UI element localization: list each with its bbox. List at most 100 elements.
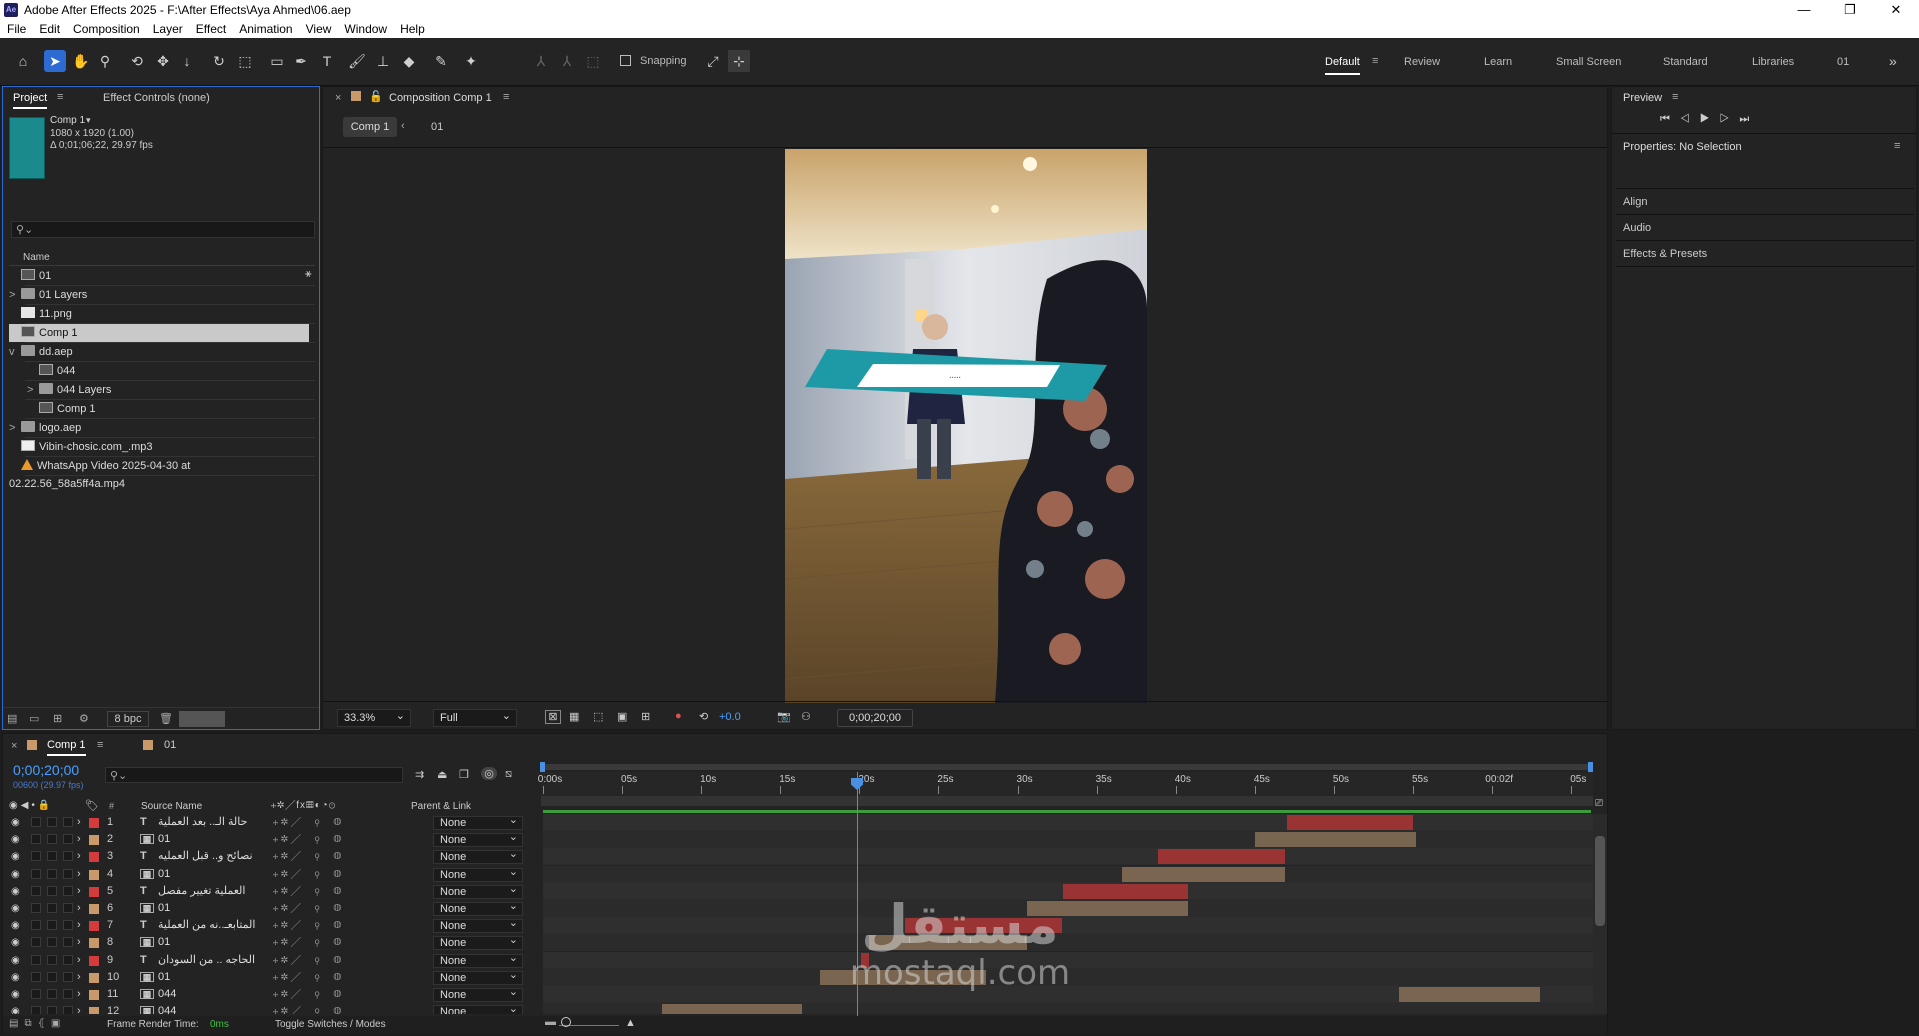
visibility-eye-icon[interactable]: ◉	[11, 969, 20, 986]
menu-window[interactable]: Window	[337, 20, 393, 36]
work-area-start-handle[interactable]	[540, 762, 545, 772]
lock-toggle[interactable]	[63, 834, 73, 845]
close-timeline-icon[interactable]: ×	[11, 740, 17, 752]
layer-track[interactable]	[543, 865, 1593, 883]
lock-toggle[interactable]	[63, 971, 73, 982]
audio-toggle[interactable]	[31, 851, 41, 862]
layer-twirl-icon[interactable]: ›	[77, 848, 81, 865]
composition-viewer[interactable]: •••••	[785, 149, 1147, 703]
workspace-default[interactable]: Default	[1325, 56, 1360, 75]
snap-edge-icon[interactable]: ⤢	[702, 50, 724, 72]
layer-twirl-icon[interactable]: ›	[77, 883, 81, 900]
mask-visibility-icon[interactable]: ⬚	[593, 710, 603, 723]
menu-layer[interactable]: Layer	[146, 20, 189, 36]
audio-toggle[interactable]	[31, 834, 41, 845]
visibility-eye-icon[interactable]: ◉	[11, 917, 20, 934]
twirl-arrow-icon[interactable]: >	[9, 286, 21, 304]
workspace-small-screen[interactable]: Small Screen	[1556, 56, 1621, 68]
exposure-value[interactable]: +0.0	[719, 711, 741, 723]
maximize-icon[interactable]: ❐	[1827, 0, 1873, 20]
layer-switches[interactable]: ⧾ ✲ ╱ ⚲ ◍	[273, 917, 341, 934]
layer-twirl-icon[interactable]: ›	[77, 952, 81, 969]
layer-switches[interactable]: ⧾ ✲ ╱ ⚲ ◍	[273, 1003, 341, 1014]
visibility-eye-icon[interactable]: ◉	[11, 1003, 20, 1014]
lock-toggle[interactable]	[63, 989, 73, 999]
workspace-libraries[interactable]: Libraries	[1752, 56, 1794, 68]
layer-twirl-icon[interactable]: ›	[77, 934, 81, 951]
layer-row[interactable]: ◉ › 1 T حالة الـ.. بعد العملية ⧾ ✲ ╱ ⚲ ◍ None	[3, 814, 543, 831]
zoom-out-icon[interactable]: ▬	[545, 1016, 556, 1028]
visibility-eye-icon[interactable]: ◉	[11, 814, 20, 831]
layer-name[interactable]: الحاجه .. من السودان	[158, 952, 268, 969]
visibility-eye-icon[interactable]: ◉	[11, 848, 20, 865]
layer-track[interactable]	[543, 917, 1593, 935]
parent-dropdown[interactable]: None	[433, 848, 523, 865]
layer-name[interactable]: 01	[158, 866, 268, 883]
audio-toggle[interactable]	[31, 817, 41, 827]
rectangle-tool-icon[interactable]: ▭	[266, 50, 288, 72]
visibility-eye-icon[interactable]: ◉	[11, 831, 20, 848]
section-audio[interactable]: Audio	[1623, 222, 1651, 234]
timeline-menu-icon[interactable]: ≡	[97, 739, 103, 751]
layer-switches[interactable]: ⧾ ✲ ╱ ⚲ ◍	[273, 831, 341, 848]
work-area-end-handle[interactable]	[1588, 762, 1593, 772]
layer-row[interactable]: ◉ › 4 ▦ 01 ⧾ ✲ ╱ ⚲ ◍ None	[3, 866, 543, 883]
lock-toggle[interactable]	[63, 1006, 73, 1014]
preview-menu-icon[interactable]: ≡	[1672, 91, 1678, 103]
layer-duration-bar[interactable]	[1063, 883, 1189, 899]
layer-switches[interactable]: ⧾ ✲ ╱ ⚲ ◍	[273, 866, 341, 883]
zoom-tool-icon[interactable]: ⚲	[94, 50, 116, 72]
layer-twirl-icon[interactable]: ›	[77, 831, 81, 848]
play-icon[interactable]: ▶	[1700, 113, 1720, 125]
audio-toggle[interactable]	[31, 937, 41, 948]
layer-name[interactable]: نصائح و.. قبل العمليه	[158, 848, 268, 865]
lock-toggle[interactable]	[63, 851, 73, 862]
layer-name[interactable]: المتابعـ..نه من العملية	[158, 917, 268, 934]
dolly-camera-icon[interactable]: ↓	[176, 50, 198, 72]
comp-panel-title[interactable]: Composition Comp 1	[389, 92, 492, 104]
layer-switches[interactable]: ⧾ ✲ ╱ ⚲ ◍	[273, 848, 341, 865]
lock-toggle[interactable]	[63, 954, 73, 965]
zoom-slider-thumb[interactable]	[561, 1017, 571, 1027]
parent-dropdown[interactable]: None	[433, 831, 523, 848]
region-of-interest-icon[interactable]: ▣	[617, 710, 627, 723]
section-align[interactable]: Align	[1623, 196, 1647, 208]
layer-label-color[interactable]	[89, 904, 99, 914]
close-icon[interactable]: ✕	[1873, 0, 1919, 20]
project-item[interactable]: Comp 1	[9, 324, 309, 342]
menu-file[interactable]: File	[0, 20, 32, 36]
layer-duration-bar[interactable]	[1398, 987, 1540, 1002]
eraser-tool-icon[interactable]: ◆	[398, 50, 420, 72]
channels-icon[interactable]: ●	[675, 710, 682, 722]
breadcrumb-comp1[interactable]: Comp 1	[343, 117, 397, 137]
breadcrumb-01[interactable]: 01	[431, 121, 443, 133]
layer-duration-bar[interactable]	[1121, 866, 1285, 882]
layer-name[interactable]: 01	[158, 831, 268, 848]
layer-duration-bar[interactable]	[1158, 849, 1285, 865]
timeline-scrollbar[interactable]	[1593, 814, 1607, 1014]
layer-switches[interactable]: ⧾ ✲ ╱ ⚲ ◍	[273, 934, 341, 951]
layer-switches[interactable]: ⧾ ✲ ╱ ⚲ ◍	[273, 952, 341, 969]
layer-row[interactable]: ◉ › 12 ▦ 044 ⧾ ✲ ╱ ⚲ ◍ None	[3, 1003, 543, 1014]
comp-marker-icon[interactable]: ⎚	[1595, 798, 1603, 809]
menu-composition[interactable]: Composition	[66, 20, 146, 36]
layer-label-color[interactable]	[89, 886, 99, 897]
home-icon[interactable]: ⌂	[12, 50, 34, 72]
layer-label-color[interactable]	[89, 921, 99, 932]
layer-name[interactable]: حالة الـ.. بعد العملية	[158, 814, 268, 831]
layer-switches[interactable]: ⧾ ✲ ╱ ⚲ ◍	[273, 986, 341, 1003]
audio-toggle[interactable]	[31, 903, 41, 913]
layer-twirl-icon[interactable]: ›	[77, 917, 81, 934]
audio-toggle[interactable]	[31, 885, 41, 896]
solo-toggle[interactable]	[47, 868, 57, 879]
properties-menu-icon[interactable]: ≡	[1894, 140, 1900, 152]
layer-duration-bar[interactable]	[1286, 815, 1414, 830]
resolution-dropdown[interactable]: Full ⌄	[433, 709, 517, 727]
layer-track[interactable]	[543, 831, 1593, 849]
parent-dropdown[interactable]: None	[433, 934, 523, 951]
transparency-grid-icon[interactable]: ▦	[569, 710, 579, 723]
trash-icon[interactable]: 🗑	[159, 712, 173, 725]
snap-feature-icon[interactable]: ⊹	[728, 50, 750, 72]
new-folder-icon[interactable]: ▭	[29, 712, 39, 725]
layer-row[interactable]: ◉ › 11 ▦ 044 ⧾ ✲ ╱ ⚲ ◍ None	[3, 986, 543, 1003]
